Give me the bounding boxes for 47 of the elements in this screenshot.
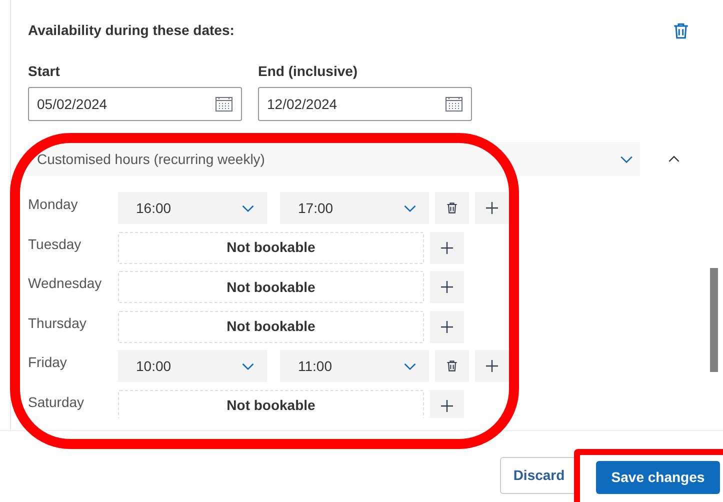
add-button[interactable] [430,232,464,264]
hours-dropdown[interactable]: Customised hours (recurring weekly) [28,142,640,176]
date-field[interactable]: 05/02/2024 [28,87,242,121]
not-bookable-slot: Not bookable [118,390,424,418]
plus-icon [441,281,453,293]
time-dropdown[interactable]: 16:00 [118,192,267,224]
date-field[interactable]: 12/02/2024 [258,87,472,121]
add-button[interactable] [475,192,509,224]
day-label: Thursday [28,314,88,333]
chevron-down-icon [241,362,255,370]
field-label: End (inclusive) [258,62,359,81]
chevron-up-icon [667,155,681,163]
trash-icon [445,359,459,373]
delete-button[interactable] [671,20,691,40]
day-label: Friday [28,353,68,372]
not-bookable-slot: Not bookable [118,232,424,264]
not-bookable-slot: Not bookable [118,271,424,303]
day-label: Tuesday [28,234,82,254]
plus-icon [441,320,453,332]
delete-button[interactable] [435,350,469,382]
add-button[interactable] [475,350,509,382]
day-label: Monday [28,195,79,214]
add-button[interactable] [430,310,464,342]
plus-icon [486,202,498,214]
calendar-icon [445,96,463,112]
day-label: Saturday [28,392,86,412]
field-label: Start [28,62,61,81]
time-dropdown[interactable]: 17:00 [280,192,429,224]
section-title: Availability during these dates: [28,21,234,40]
trash-icon [671,20,691,40]
calendar-icon [215,96,233,112]
plus-icon [441,242,453,254]
day-label: Wednesday [28,274,103,293]
not-bookable-slot: Not bookable [118,310,424,342]
time-dropdown[interactable]: 10:00 [118,350,267,382]
save-button[interactable]: Save changes [596,460,720,494]
add-button[interactable] [430,390,464,418]
chevron-down-icon [619,154,634,164]
plus-icon [486,360,498,372]
add-button[interactable] [430,271,464,303]
chevron-down-icon [403,204,417,212]
time-dropdown[interactable]: 11:00 [280,350,429,382]
chevron-down-icon [241,204,255,212]
chevron-down-icon [403,362,417,370]
trash-icon [445,201,459,215]
delete-button[interactable] [435,192,469,224]
plus-icon [441,400,453,412]
